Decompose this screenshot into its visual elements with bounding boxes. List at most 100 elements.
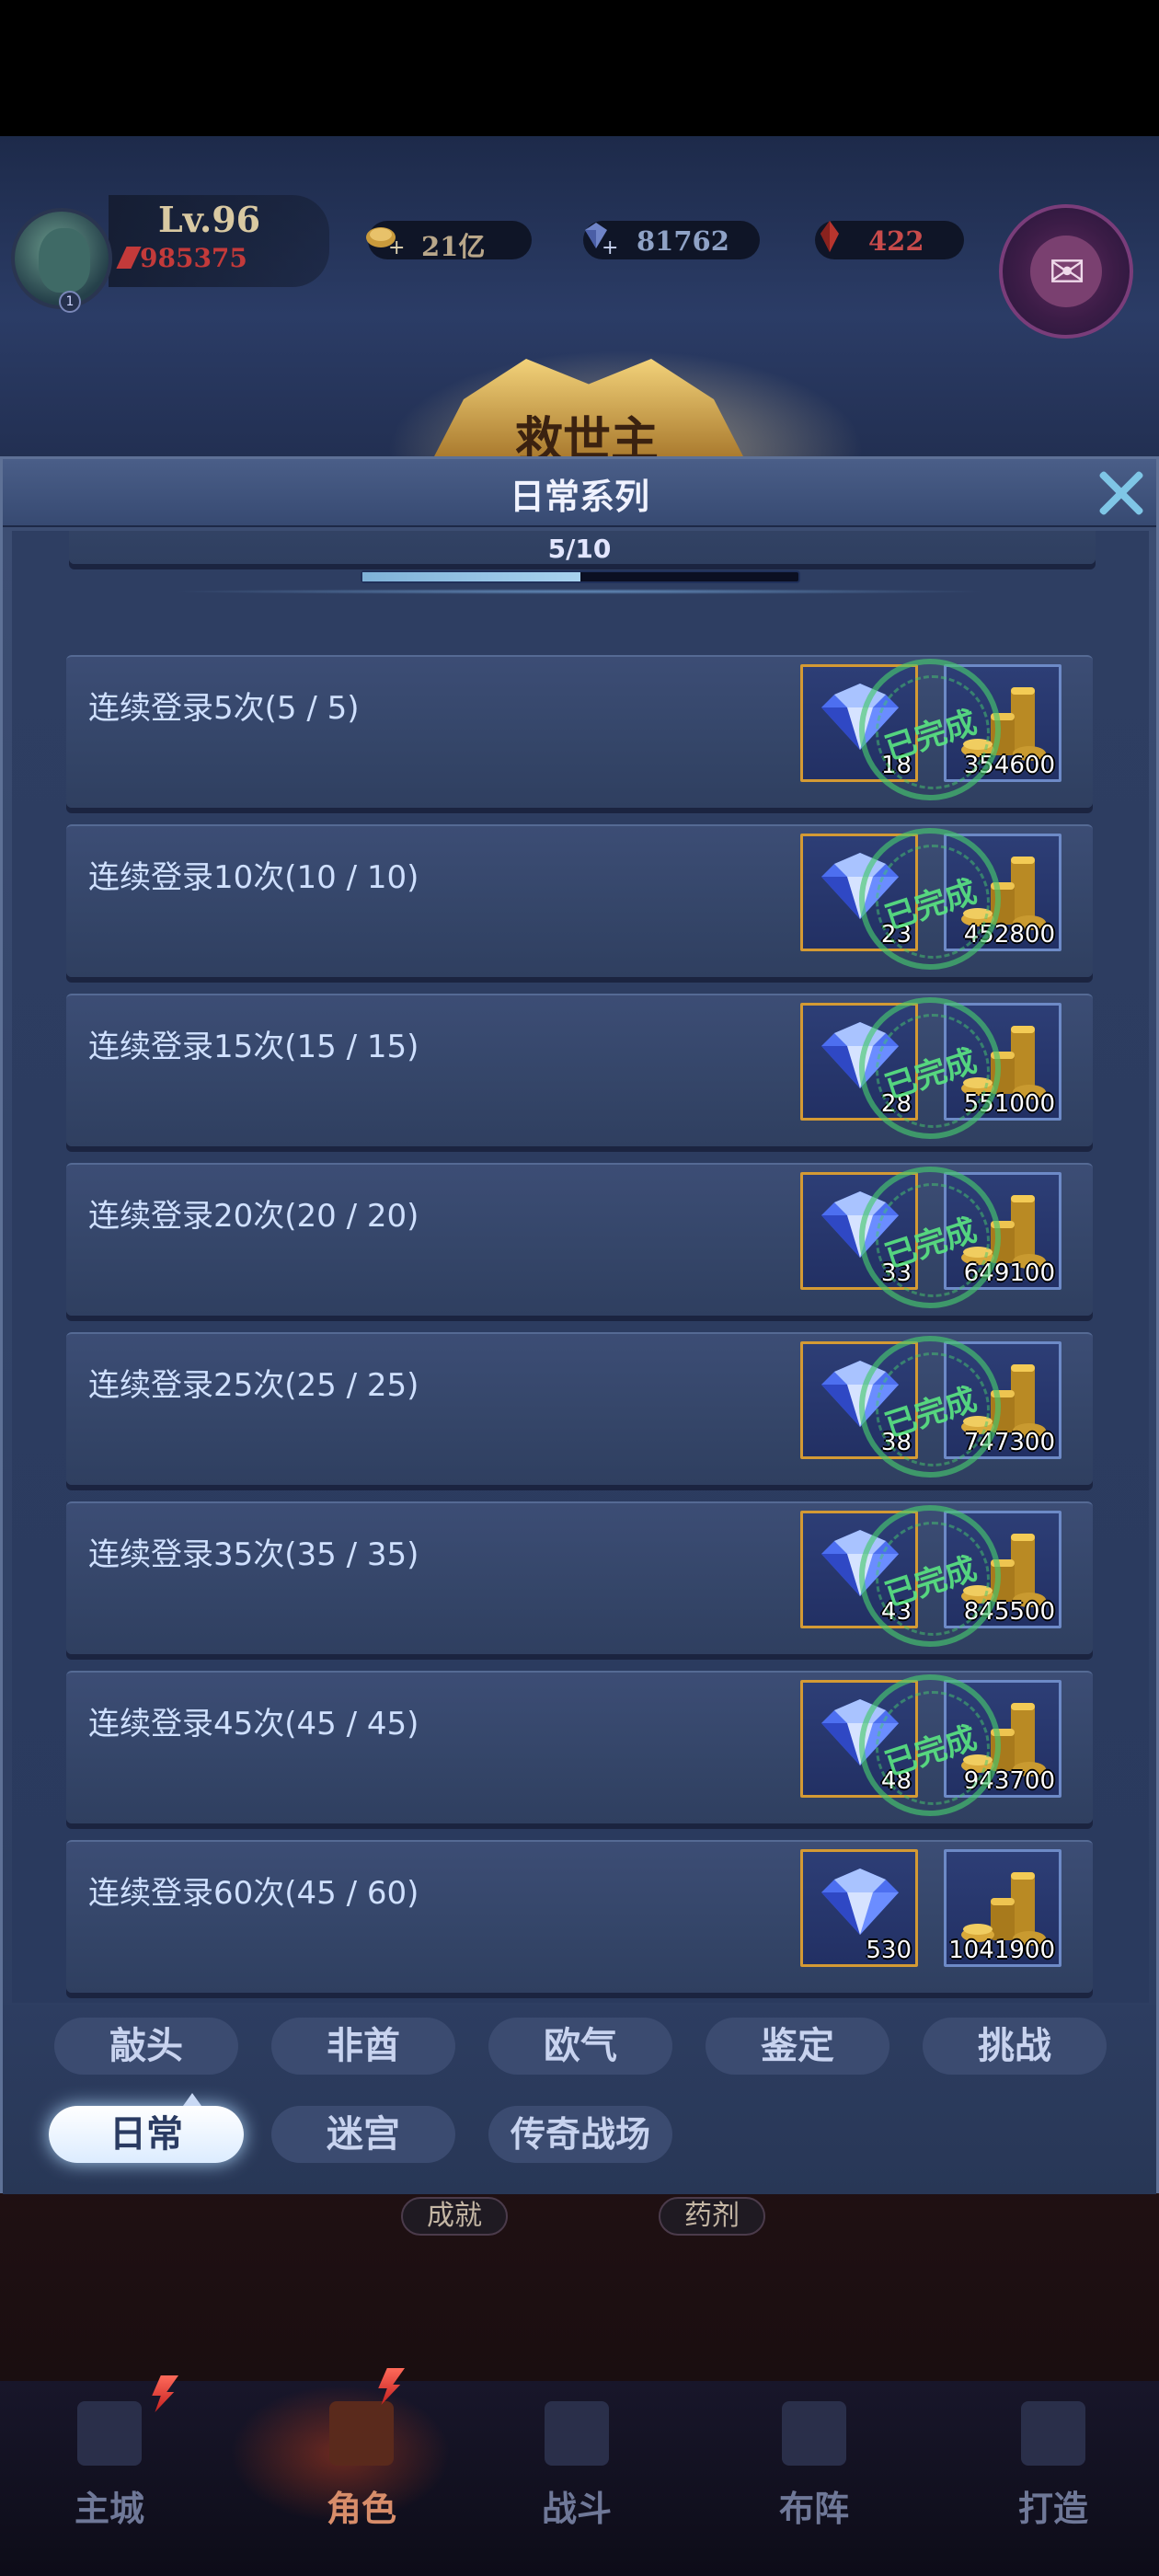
coin-reward-slot[interactable]: 1041900 [944, 1849, 1061, 1967]
tab-jianding[interactable]: 鉴定 [706, 2018, 889, 2075]
avatar-face-image [39, 228, 90, 293]
avatar-level-badge: 1 [59, 291, 81, 313]
task-row: 连续登录60次(45 / 60) 530 1041900 [66, 1840, 1093, 1993]
task-label: 连续登录10次(10 / 10) [88, 859, 419, 896]
gem-reward-slot[interactable]: 43 [800, 1511, 918, 1628]
task-row: 连续登录5次(5 / 5) 18 354600 已完成 [66, 655, 1093, 808]
coin-reward-slot[interactable]: 943700 [944, 1680, 1061, 1798]
gem-reward-slot[interactable]: 530 [800, 1849, 918, 1967]
coin-reward-slot[interactable]: 649100 [944, 1172, 1061, 1290]
tab-ouqi[interactable]: 欧气 [488, 2018, 672, 2075]
ruby-resource[interactable]: 422 [815, 221, 964, 259]
task-label: 连续登录45次(45 / 45) [88, 1706, 419, 1742]
progress-glow [166, 589, 993, 594]
coin-reward-amount: 1041900 [948, 1937, 1055, 1964]
task-label: 连续登录20次(20 / 20) [88, 1198, 419, 1235]
nav-forge[interactable]: 打造 [984, 2392, 1122, 2548]
formation-icon [782, 2401, 846, 2466]
tab-tiaozhan[interactable]: 挑战 [923, 2018, 1107, 2075]
quest-scroll-button[interactable]: ✉ [999, 204, 1133, 339]
task-row: 连续登录45次(45 / 45) 48 943700 已完成 [66, 1671, 1093, 1823]
diamond-icon: + [585, 223, 618, 259]
coin-reward-amount: 845500 [963, 1598, 1055, 1626]
tab-feiqiu[interactable]: 非酋 [271, 2018, 455, 2075]
gold-amount: 21亿 [421, 231, 486, 262]
nav-character-label: 角色 [326, 2488, 396, 2529]
achievement-button[interactable]: 成就 [401, 2197, 508, 2236]
gem-reward-amount: 38 [880, 1429, 912, 1456]
tab-migong[interactable]: 迷宫 [271, 2106, 455, 2163]
coin-reward-slot[interactable]: 452800 [944, 834, 1061, 951]
task-row: 连续登录10次(10 / 10) 23 452800 已完成 [66, 824, 1093, 977]
coin-reward-amount: 747300 [963, 1429, 1055, 1456]
panel-header: 日常系列 [3, 459, 1156, 527]
diamond-amount: 81762 [637, 225, 729, 257]
potion-button[interactable]: 药剂 [659, 2197, 765, 2236]
nav-main-city[interactable]: 主城 [40, 2392, 178, 2548]
tab-caret-icon [183, 2093, 201, 2106]
gem-reward-slot[interactable]: 28 [800, 1003, 918, 1121]
gem-reward-slot[interactable]: 33 [800, 1172, 918, 1290]
ruby-amount: 422 [868, 225, 924, 257]
crossed-swords-icon [545, 2401, 609, 2466]
castle-icon [77, 2401, 142, 2466]
task-label: 连续登录5次(5 / 5) [88, 690, 360, 727]
nav-character[interactable]: 角色 [293, 2392, 430, 2548]
svg-text:+: + [602, 236, 618, 259]
gold-resource[interactable]: + 21亿 [366, 221, 532, 262]
gem-reward-amount: 18 [880, 752, 912, 779]
diamond-resource[interactable]: + 81762 [583, 221, 760, 259]
game-screen: 1 Lv.96 985375 + 21亿 + 81762 422 ✉ 救世主 日… [0, 0, 1159, 2576]
scroll-icon: ✉ [1049, 247, 1086, 298]
gem-reward-amount: 43 [880, 1598, 912, 1626]
tab-qiaotou[interactable]: 敲头 [54, 2018, 238, 2075]
coin-reward-amount: 354600 [963, 752, 1055, 779]
tab-chuanqi-zhanchang[interactable]: 传奇战场 [488, 2106, 672, 2163]
nav-formation[interactable]: 布阵 [745, 2392, 883, 2548]
gem-reward-slot[interactable]: 38 [800, 1341, 918, 1459]
coin-reward-slot[interactable]: 354600 [944, 664, 1061, 782]
task-row: 连续登录35次(35 / 35) 43 845500 已完成 [66, 1501, 1093, 1654]
gem-reward-amount: 23 [880, 921, 912, 949]
gold-bar-icon: + [366, 227, 405, 259]
task-row: 连续登录25次(25 / 25) 38 747300 已完成 [66, 1332, 1093, 1485]
player-power: 985375 [140, 243, 247, 273]
player-avatar[interactable]: 1 [11, 208, 112, 313]
coin-reward-slot[interactable]: 551000 [944, 1003, 1061, 1121]
ruby-icon [820, 221, 839, 252]
gem-reward-slot[interactable]: 48 [800, 1680, 918, 1798]
task-label: 连续登录60次(45 / 60) [88, 1875, 419, 1912]
nav-forge-label: 打造 [1017, 2488, 1088, 2529]
anvil-icon [1021, 2401, 1085, 2466]
coin-reward-slot[interactable]: 845500 [944, 1511, 1061, 1628]
task-label: 连续登录25次(25 / 25) [88, 1367, 419, 1404]
progress-text: 5/10 [547, 534, 612, 564]
gem-reward-slot[interactable]: 18 [800, 664, 918, 782]
panel-title: 日常系列 [509, 477, 649, 517]
close-icon[interactable] [1092, 465, 1149, 522]
coin-reward-amount: 649100 [963, 1259, 1055, 1287]
progress-bar-fill [362, 572, 580, 581]
coin-reward-amount: 943700 [963, 1767, 1055, 1795]
progress-bar [361, 570, 800, 583]
gem-reward-amount: 28 [880, 1090, 912, 1118]
gem-reward-amount: 33 [880, 1259, 912, 1287]
nav-main-city-label: 主城 [74, 2488, 144, 2529]
task-row: 连续登录15次(15 / 15) 28 551000 已完成 [66, 994, 1093, 1146]
category-tabs: 敲头 非酋 欧气 鉴定 挑战 日常 迷宫 传奇战场 [3, 2005, 1156, 2194]
svg-text:+: + [388, 236, 405, 259]
player-level: Lv.96 [158, 199, 261, 240]
coin-reward-slot[interactable]: 747300 [944, 1341, 1061, 1459]
tab-richang-label: 日常 [109, 2112, 183, 2156]
gem-reward-amount: 48 [880, 1767, 912, 1795]
tab-richang[interactable]: 日常 [49, 2093, 244, 2163]
nav-battle[interactable]: 战斗 [508, 2392, 646, 2548]
coin-reward-amount: 551000 [963, 1090, 1055, 1118]
task-row: 连续登录20次(20 / 20) 33 649100 已完成 [66, 1163, 1093, 1316]
nav-battle-label: 战斗 [541, 2488, 612, 2529]
task-label: 连续登录35次(35 / 35) [88, 1536, 419, 1573]
gem-reward-slot[interactable]: 23 [800, 834, 918, 951]
helmet-icon [329, 2401, 394, 2466]
task-label: 连续登录15次(15 / 15) [88, 1029, 419, 1065]
gem-reward-amount: 530 [866, 1937, 912, 1964]
